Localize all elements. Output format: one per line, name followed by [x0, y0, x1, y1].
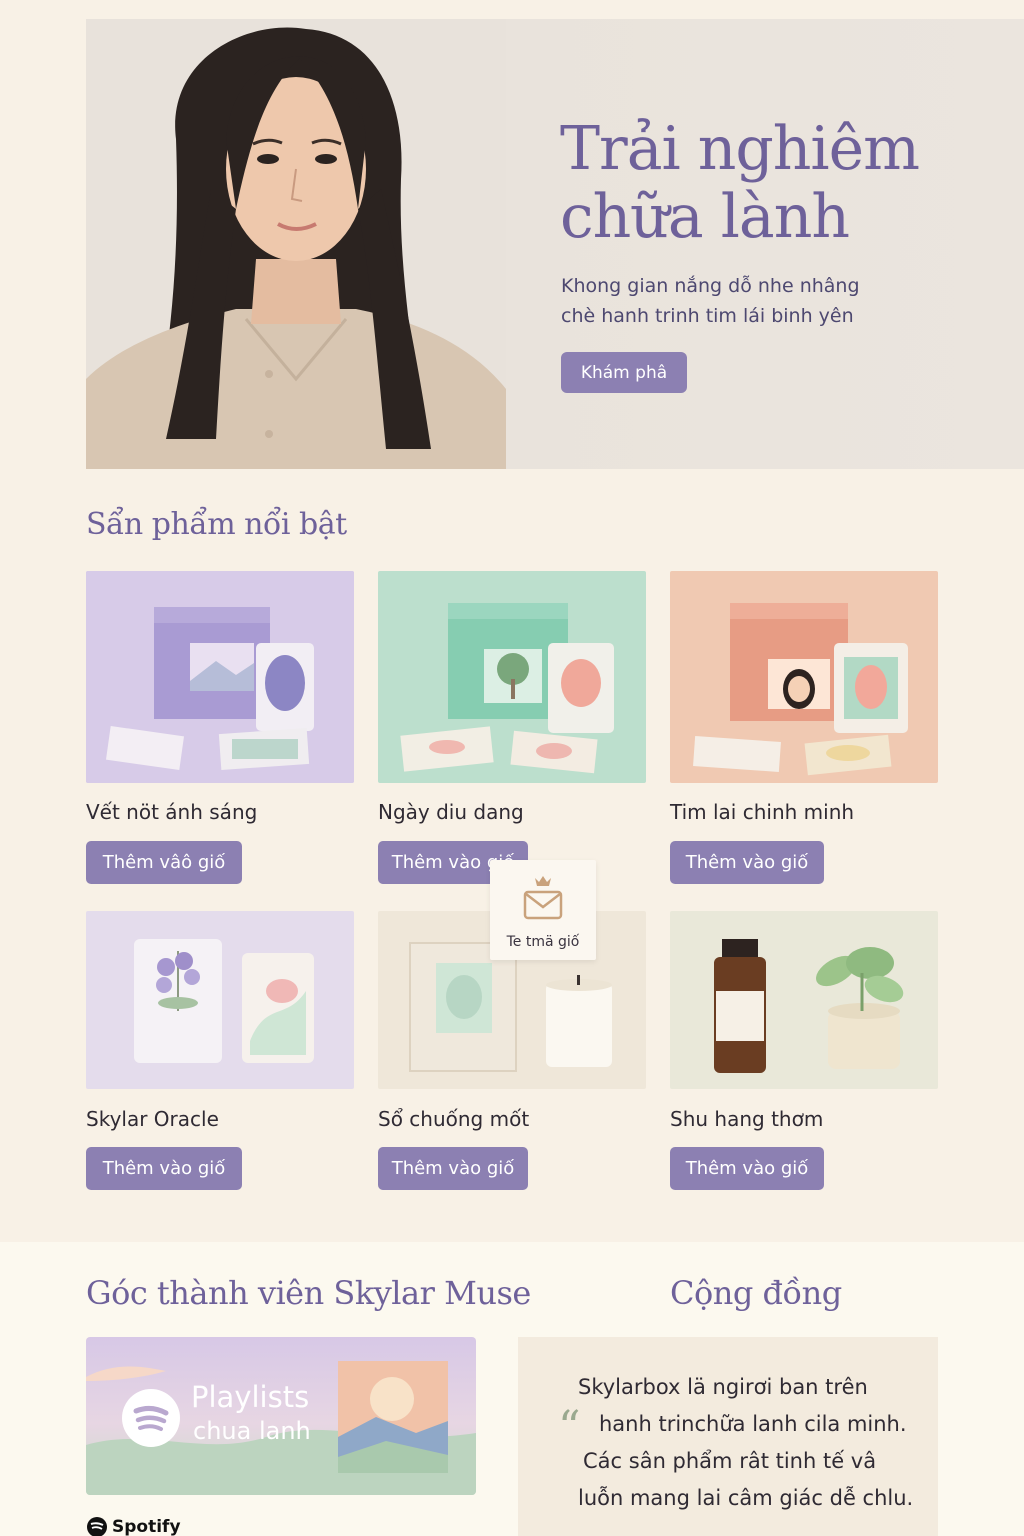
quote-line-4: luỗn mang lai câm giác dễ chlu.	[578, 1486, 914, 1510]
product-name-6: Shu hang thơm	[670, 1107, 824, 1131]
tooltip-label: Te tmä giố	[506, 934, 580, 950]
product-image-1[interactable]	[86, 571, 354, 783]
add-to-cart-button-5[interactable]: Thêm vào giố	[378, 1147, 528, 1190]
members-section-title: Góc thành viên Skylar Muse	[86, 1274, 531, 1312]
quote-line-1: Skylarbox lä ngirơi ban trên	[578, 1375, 868, 1399]
envelope-icon	[523, 876, 563, 920]
playlist-subtitle: chua lanh	[193, 1417, 311, 1445]
quote-mark-icon: “	[558, 1402, 581, 1453]
product-name-2: Ngày diu dang	[378, 800, 524, 824]
hero-title-line-2: chữa lành	[560, 182, 850, 252]
product-image-4[interactable]	[86, 911, 354, 1089]
product-image-6[interactable]	[670, 911, 938, 1089]
hero-title-line-1: Trải nghiêm	[560, 114, 920, 184]
community-section-title: Cộng đồng	[670, 1274, 842, 1312]
cart-tooltip[interactable]: Te tmä giố	[490, 860, 596, 960]
spotify-label: Spotify	[112, 1517, 181, 1536]
spotify-icon	[87, 1517, 107, 1536]
quote-line-3: Các sân phẩm rât tinh tế vâ	[583, 1449, 877, 1473]
hero-title: Trải nghiêm chữa lành	[560, 115, 1000, 251]
featured-section-title: Sẩn phẩm nổi bật	[86, 507, 347, 542]
add-to-cart-button-3[interactable]: Thêm vào giố	[670, 841, 824, 884]
add-to-cart-button-1[interactable]: Thêm vâô giố	[86, 841, 242, 884]
hero-subtitle-line-1: Khong gian nắng dỗ nhe nhâng	[561, 275, 860, 297]
hero-banner: Trải nghiêm chữa lành Khong gian nắng dỗ…	[86, 19, 1024, 469]
spotify-logo-icon	[122, 1389, 180, 1447]
spotify-brand[interactable]: Spotify	[86, 1516, 181, 1536]
product-name-3: Tim lai chinh minh	[670, 800, 855, 824]
product-name-1: Vết nöt ánh sáng	[86, 800, 258, 824]
quote-line-2: hanh trinchữa lanh cila minh.	[599, 1412, 907, 1436]
playlist-title: Playlists	[191, 1380, 310, 1414]
add-to-cart-button-4[interactable]: Thêm vào giố	[86, 1147, 242, 1190]
playlist-card[interactable]: Playlists chua lanh	[86, 1337, 476, 1495]
product-name-5: Sổ chuống mốt	[378, 1107, 530, 1131]
explore-button[interactable]: Khám phâ	[561, 352, 687, 393]
hero-subtitle-line-2: chè hanh trinh tim lái binh yên	[561, 305, 854, 327]
add-to-cart-button-6[interactable]: Thêm vào giố	[670, 1147, 824, 1190]
product-image-3[interactable]	[670, 571, 938, 783]
hero-portrait-image	[86, 19, 506, 469]
product-image-2[interactable]	[378, 571, 646, 783]
hero-subtitle: Khong gian nắng dỗ nhe nhâng chè hanh tr…	[561, 271, 941, 331]
product-name-4: Skylar Oracle	[86, 1107, 219, 1131]
